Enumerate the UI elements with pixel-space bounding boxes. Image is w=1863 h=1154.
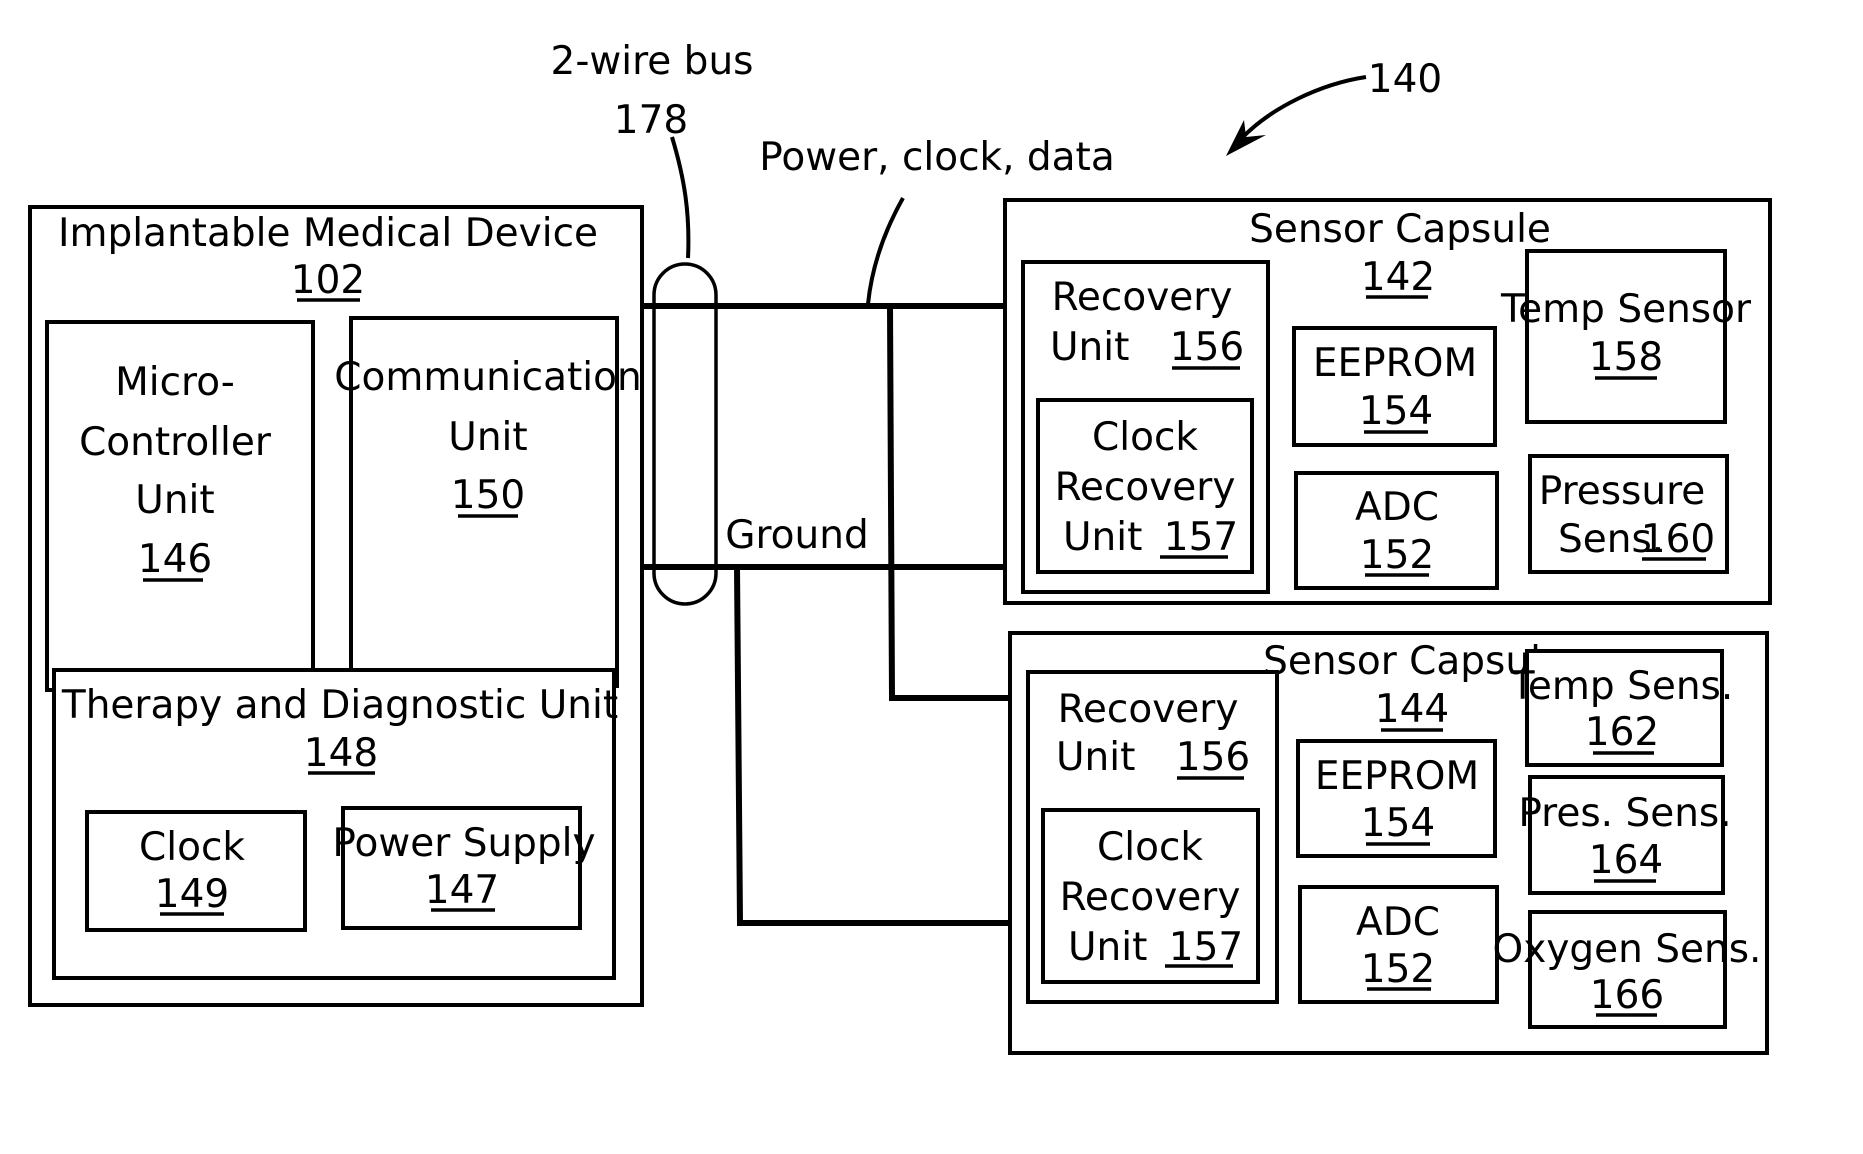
clock-recovery-line-2: Recovery — [1060, 875, 1241, 920]
recovery-unit-line-1: Recovery — [1052, 275, 1233, 320]
recovery-unit-line-2: Unit — [1050, 325, 1129, 370]
oxygen-sensor-166: Oxygen Sens. 166 — [1493, 910, 1762, 1029]
clock-recovery-number: 157 — [1164, 515, 1238, 560]
adc-152-a: ADC 152 — [1294, 471, 1499, 590]
device-number: 102 — [291, 258, 365, 303]
adc-label: ADC — [1355, 485, 1439, 530]
reference-140: 140 — [1226, 57, 1442, 156]
clock-label: Clock — [139, 825, 245, 870]
clock-recovery-line-1: Clock — [1092, 415, 1198, 460]
communication-unit: Communication Unit 150 — [334, 316, 642, 688]
eeprom-154-b: EEPROM 154 — [1296, 739, 1497, 858]
clock-number: 149 — [155, 872, 229, 917]
sensor-capsule-142: Sensor Capsule 142 Recovery Unit 156 Clo… — [1021, 207, 1752, 594]
pressure-sensor-number: 160 — [1641, 517, 1715, 562]
top-wire-leader — [866, 197, 905, 305]
ground-branch-wire — [734, 566, 1012, 926]
reference-arrow — [1238, 75, 1367, 142]
implantable-medical-device: Implantable Medical Device 102 Micro- Co… — [28, 205, 644, 1007]
eeprom-label: EEPROM — [1315, 754, 1479, 799]
clock-recovery-line-3: Unit — [1068, 925, 1147, 970]
pressure-sensor-label: Pres. Sens. — [1518, 791, 1731, 836]
microcontroller-unit: Micro- Controller Unit 146 — [45, 320, 315, 692]
recovery-unit-156-b: Recovery Unit 156 Clock Recovery Unit 15… — [1026, 670, 1279, 1004]
oxygen-sensor-number: 166 — [1590, 973, 1664, 1018]
power-branch-wire — [887, 305, 1010, 701]
power-supply-block: Power Supply 147 — [332, 806, 596, 930]
communication-line-2: Unit — [448, 415, 527, 460]
recovery-unit-number: 156 — [1176, 735, 1250, 780]
clock-recovery-line-1: Clock — [1097, 825, 1203, 870]
microcontroller-number: 146 — [138, 537, 212, 582]
top-wire-label: Power, clock, data — [759, 135, 1115, 180]
microcontroller-line-2: Controller — [79, 420, 272, 465]
therapy-diagnostic-unit: Therapy and Diagnostic Unit 148 Clock 14… — [52, 668, 618, 980]
recovery-unit-line-1: Recovery — [1058, 687, 1239, 732]
temp-sensor-number: 162 — [1585, 710, 1659, 755]
device-title: Implantable Medical Device — [58, 211, 598, 256]
temp-sensor-label: Temp Sens. — [1510, 664, 1734, 709]
eeprom-154-a: EEPROM 154 — [1292, 326, 1497, 447]
recovery-unit-156-a: Recovery Unit 156 Clock Recovery Unit 15… — [1021, 260, 1270, 594]
microcontroller-line-1: Micro- — [115, 360, 235, 405]
adc-number: 152 — [1360, 533, 1434, 578]
ground-wire-label: Ground — [725, 513, 868, 558]
capsule-142-title: Sensor Capsule — [1249, 207, 1551, 252]
bus-number: 178 — [614, 98, 688, 143]
reference-number: 140 — [1368, 57, 1442, 102]
clock-block: Clock 149 — [85, 810, 307, 932]
power-supply-number: 147 — [425, 868, 499, 913]
clock-recovery-line-2: Recovery — [1055, 465, 1236, 510]
recovery-unit-number: 156 — [1170, 325, 1244, 370]
temp-sensor-number: 158 — [1589, 335, 1663, 380]
clock-recovery-line-3: Unit — [1063, 515, 1142, 560]
sensor-capsule-144: Sensor Capsule 144 Recovery Unit 156 Clo… — [1026, 639, 1762, 1029]
clock-recovery-unit-157-a: Clock Recovery Unit 157 — [1036, 398, 1254, 574]
bus-label: 2-wire bus — [551, 39, 754, 84]
bus-wires — [640, 262, 1012, 926]
eeprom-label: EEPROM — [1313, 341, 1477, 386]
recovery-unit-line-2: Unit — [1056, 735, 1135, 780]
capsule-144-number: 144 — [1375, 687, 1449, 732]
microcontroller-line-3: Unit — [135, 478, 214, 523]
communication-line-1: Communication — [334, 355, 641, 400]
system-block-diagram: 140 2-wire bus 178 Power, clock, data Gr… — [28, 39, 1772, 1055]
adc-number: 152 — [1361, 947, 1435, 992]
adc-label: ADC — [1356, 900, 1440, 945]
capsule-142-number: 142 — [1361, 255, 1435, 300]
eeprom-number: 154 — [1361, 801, 1435, 846]
arrow-head-icon — [1226, 120, 1266, 156]
power-supply-label: Power Supply — [332, 821, 595, 866]
pressure-sensor-line-1: Pressure — [1539, 469, 1706, 514]
temp-sensor-162: Temp Sens. 162 — [1510, 649, 1734, 767]
communication-number: 150 — [451, 473, 525, 518]
clock-recovery-number: 157 — [1169, 925, 1243, 970]
eeprom-number: 154 — [1359, 389, 1433, 434]
clock-recovery-unit-157-b: Clock Recovery Unit 157 — [1041, 808, 1260, 984]
pressure-sensor-164: Pres. Sens. 164 — [1518, 775, 1732, 895]
therapy-number: 148 — [304, 731, 378, 776]
therapy-title: Therapy and Diagnostic Unit — [61, 683, 618, 728]
temp-sensor-label: Temp Sensor — [1500, 287, 1752, 332]
adc-152-b: ADC 152 — [1298, 885, 1499, 1004]
temp-sensor-158: Temp Sensor 158 — [1500, 249, 1752, 424]
bus-leader — [670, 136, 691, 259]
pressure-sensor-number: 164 — [1589, 838, 1663, 883]
bus-bundle-outline — [652, 262, 718, 606]
pressure-sensor-160: Pressure Sens. 160 — [1528, 454, 1729, 574]
oxygen-sensor-label: Oxygen Sens. — [1493, 927, 1762, 972]
